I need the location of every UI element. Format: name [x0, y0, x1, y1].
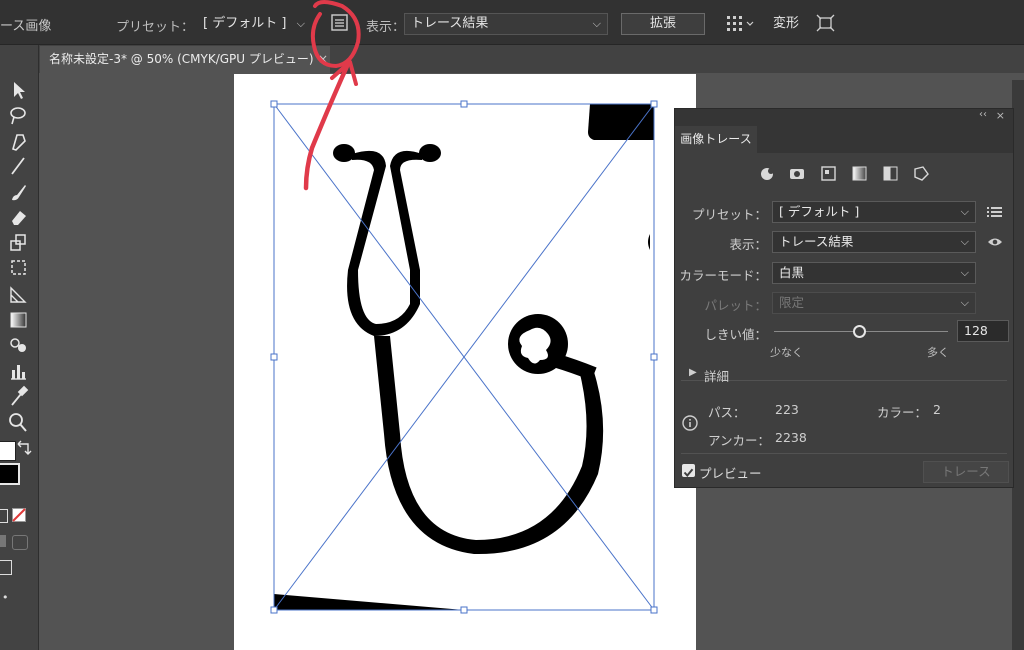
- screen-mode-icon[interactable]: [0, 560, 12, 575]
- colors-value: 2: [933, 402, 941, 417]
- panel-preset-label: プリセット：: [691, 207, 767, 222]
- selection-tool-icon[interactable]: [4, 79, 32, 101]
- colors-label: カラー：: [877, 405, 928, 420]
- eraser-tool-icon[interactable]: [4, 206, 32, 228]
- black-and-white-icon: [883, 166, 898, 181]
- expand-button[interactable]: 拡張: [621, 13, 705, 35]
- color-mode-value: 白黒: [779, 265, 805, 280]
- color-mode-icon[interactable]: [0, 509, 8, 523]
- details-toggle[interactable]: 詳細: [704, 366, 729, 385]
- slider-min-label: 少なく: [770, 346, 803, 359]
- preview-checkbox[interactable]: [682, 464, 695, 478]
- panel-view-value: トレース結果: [779, 234, 854, 249]
- draw-mode-icon[interactable]: [0, 535, 6, 547]
- auto-color-icon: [761, 168, 774, 180]
- panel-view-dropdown[interactable]: トレース結果 ⌵: [772, 231, 976, 253]
- divider: [681, 453, 1007, 454]
- chevron-down-icon: ⌵: [960, 296, 969, 309]
- align-grid-icon[interactable]: [726, 15, 756, 33]
- anchors-value: 2238: [775, 430, 807, 445]
- grayscale-icon: [852, 166, 867, 181]
- close-icon[interactable]: ×: [996, 109, 1005, 122]
- trace-button[interactable]: トレース: [923, 461, 1009, 483]
- line-tool-icon[interactable]: [4, 155, 32, 177]
- preset-icon-row: [761, 166, 929, 181]
- control-bar: ース画像 プリセット： [ デフォルト ] ⌵ 表示： トレース結果 ⌵ 拡張 …: [0, 0, 1024, 45]
- slider-max-label: 多く: [927, 346, 949, 359]
- view-dropdown[interactable]: トレース結果 ⌵: [404, 13, 608, 35]
- transform-button[interactable]: 変形: [768, 13, 804, 35]
- panel-title-bar[interactable]: [675, 109, 1013, 125]
- lasso-tool-icon[interactable]: [4, 104, 32, 126]
- more-tools-icon[interactable]: •: [2, 591, 9, 604]
- chevron-down-icon: ⌵: [960, 235, 969, 248]
- caret-right-icon[interactable]: ▶: [689, 367, 697, 378]
- control-bar-title: ース画像: [0, 19, 52, 34]
- paths-value: 223: [775, 402, 799, 417]
- outline-icon: [914, 166, 929, 181]
- document-tab[interactable]: 名称未設定-3* @ 50% (CMYK/GPU プレビュー): [40, 46, 330, 73]
- paintbrush-tool-icon[interactable]: [4, 181, 32, 203]
- fill-color-swatch[interactable]: [0, 441, 16, 461]
- palette-label: パレット：: [704, 298, 767, 313]
- zoom-tool-icon[interactable]: [4, 411, 32, 433]
- chevron-down-icon: ⌵: [960, 266, 969, 279]
- checkmark-icon: [683, 468, 694, 478]
- preset-menu-icon[interactable]: [987, 205, 1003, 219]
- threshold-slider-thumb[interactable]: [853, 325, 867, 338]
- chevron-down-icon: ⌵: [592, 17, 601, 30]
- gradient-tool-icon[interactable]: [4, 309, 32, 331]
- color-mode-dropdown[interactable]: 白黒 ⌵: [772, 262, 976, 284]
- anchors-label: アンカー：: [708, 433, 771, 448]
- swap-colors-icon[interactable]: [14, 440, 36, 462]
- preset-dropdown-value: [ デフォルト ]: [203, 16, 287, 31]
- palette-value: 限定: [779, 295, 805, 310]
- chevron-down-icon: ⌵: [960, 205, 969, 218]
- scale-tool-icon[interactable]: [4, 232, 32, 254]
- none-color-icon[interactable]: [12, 508, 26, 522]
- tools-panel: •: [0, 45, 39, 650]
- free-transform-tool-icon[interactable]: [4, 257, 32, 279]
- perspective-grid-tool-icon[interactable]: [4, 283, 32, 305]
- graph-tool-icon[interactable]: [4, 360, 32, 382]
- threshold-input[interactable]: 128: [957, 320, 1009, 342]
- color-mode-label: カラーモード：: [679, 268, 767, 283]
- stroke-color-swatch[interactable]: [0, 463, 20, 485]
- palette-dropdown: 限定 ⌵: [772, 292, 976, 314]
- panel-view-label: 表示：: [729, 237, 767, 252]
- preset-label: プリセット：: [116, 20, 195, 35]
- panel-preset-dropdown[interactable]: [ デフォルト ] ⌵: [772, 201, 976, 223]
- blend-tool-icon[interactable]: [4, 334, 32, 356]
- preview-label: プレビュー: [699, 466, 762, 481]
- image-trace-panel: ‹‹ × 画像トレース プリセット： [ デフォルト ] ⌵ 表示： トレース結…: [674, 108, 1014, 488]
- info-icon: [682, 415, 698, 431]
- pen-tool-icon[interactable]: [4, 130, 32, 152]
- threshold-label: しきい値：: [704, 327, 767, 342]
- panel-preset-value: [ デフォルト ]: [779, 204, 860, 219]
- paths-label: パス：: [708, 405, 746, 420]
- eye-icon[interactable]: [987, 236, 1003, 248]
- high-fidelity-photo-icon: [790, 169, 804, 179]
- eyedropper-tool-icon[interactable]: [4, 385, 32, 407]
- collapse-panel-icon[interactable]: ‹‹: [979, 109, 987, 120]
- tab-image-trace[interactable]: 画像トレース: [675, 126, 757, 153]
- isolate-object-icon[interactable]: [816, 14, 836, 32]
- draw-behind-icon[interactable]: [12, 535, 28, 550]
- view-dropdown-value: トレース結果: [411, 16, 489, 31]
- document-tab-title: 名称未設定-3* @ 50% (CMYK/GPU プレビュー): [49, 52, 314, 66]
- divider: [681, 380, 1007, 381]
- annotation-arrow: [303, 0, 361, 191]
- low-fidelity-photo-icon: [821, 166, 836, 181]
